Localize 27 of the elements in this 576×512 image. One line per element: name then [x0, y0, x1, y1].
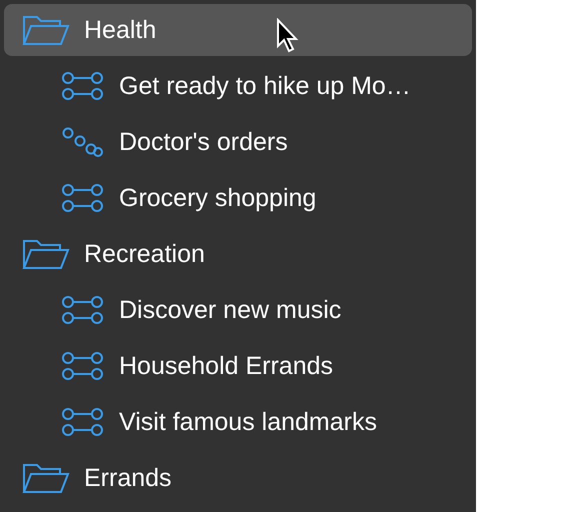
project-icon	[62, 351, 104, 381]
sidebar-item[interactable]: Recreation	[4, 228, 472, 280]
folder-icon	[22, 14, 70, 46]
sidebar-item[interactable]: Health	[4, 4, 472, 56]
sidebar-item[interactable]: Discover new music	[4, 284, 472, 336]
item-label: Errands	[84, 464, 172, 492]
sidebar-item[interactable]: Visit famous landmarks	[4, 396, 472, 448]
item-label: Household Errands	[119, 352, 334, 380]
project-icon	[62, 183, 104, 213]
sidebar-item[interactable]: Grocery shopping	[4, 172, 472, 224]
sidebar-item[interactable]: Doctor's orders	[4, 116, 472, 168]
item-label: Visit famous landmarks	[119, 408, 377, 436]
item-label: Discover new music	[119, 296, 342, 324]
item-label: Grocery shopping	[119, 184, 316, 212]
folder-icon	[22, 238, 70, 270]
folder-icon	[22, 462, 70, 494]
item-label: Recreation	[84, 240, 205, 268]
sidebar-item[interactable]: Get ready to hike up Mo…	[4, 60, 472, 112]
single-actions-icon	[62, 127, 104, 157]
sidebar-item[interactable]: Household Errands	[4, 340, 472, 392]
sidebar-item[interactable]: Errands	[4, 452, 472, 504]
item-label: Get ready to hike up Mo…	[119, 72, 411, 100]
project-icon	[62, 295, 104, 325]
item-label: Doctor's orders	[119, 128, 288, 156]
project-icon	[62, 71, 104, 101]
project-icon	[62, 407, 104, 437]
item-label: Health	[84, 16, 156, 44]
